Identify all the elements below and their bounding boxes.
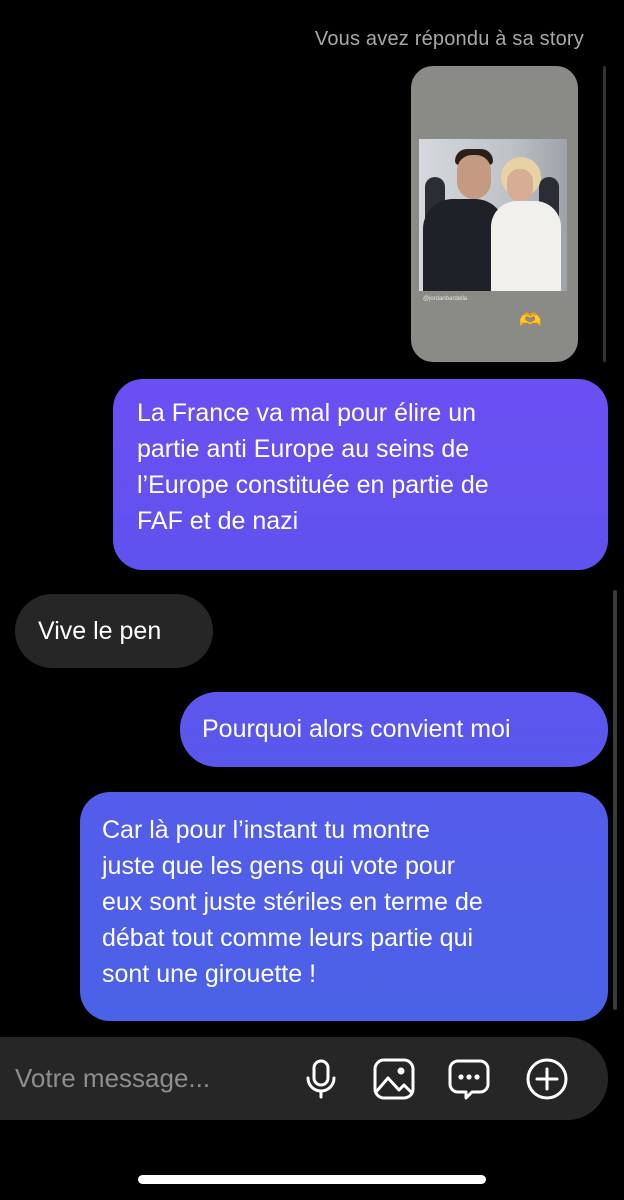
photo-person-right-face <box>507 169 533 201</box>
message-line: sont une girouette ! <box>102 960 317 988</box>
photo-person-right <box>491 201 561 291</box>
story-handle: @jordanbardella <box>423 296 468 302</box>
message-line: partie anti Europe au seins de <box>137 435 470 463</box>
message-line: eux sont juste stériles en terme de <box>102 888 483 916</box>
message-line: FAF et de nazi <box>137 507 299 535</box>
message-line: La France va mal pour élire un <box>137 399 477 427</box>
message-text: Vive le pen <box>38 617 162 645</box>
scrollbar-indicator[interactable] <box>613 590 617 1010</box>
heart-hands-emoji: 🫶 <box>519 310 542 330</box>
story-reply-label: Vous avez répondu à sa story <box>314 28 584 50</box>
message-line: Car là pour l’instant tu montre <box>102 816 430 844</box>
message-composer <box>0 1037 608 1120</box>
outgoing-message[interactable]: Car là pour l’instant tu montre juste qu… <box>80 792 608 1021</box>
story-preview-card[interactable]: @jordanbardella 🫶 <box>411 66 578 362</box>
message-input[interactable] <box>15 1061 275 1095</box>
outgoing-message[interactable]: La France va mal pour élire un partie an… <box>113 379 608 570</box>
home-indicator[interactable] <box>138 1175 486 1184</box>
message-line: l’Europe constituée en partie de <box>137 471 489 499</box>
plus-circle-icon[interactable] <box>524 1056 570 1102</box>
message-line: débat tout comme leurs partie qui <box>102 924 474 952</box>
incoming-message[interactable]: Vive le pen <box>15 594 213 668</box>
story-photo <box>419 139 567 291</box>
message-text: Pourquoi alors convient moi <box>202 715 511 743</box>
sticker-chat-icon[interactable] <box>446 1056 492 1102</box>
message-line: juste que les gens qui vote pour <box>102 852 456 880</box>
microphone-icon[interactable] <box>298 1056 344 1102</box>
scrollbar-indicator[interactable] <box>603 66 606 362</box>
outgoing-message[interactable]: Pourquoi alors convient moi <box>180 692 608 767</box>
photo-person-left-head <box>457 155 491 199</box>
gallery-icon[interactable] <box>371 1056 417 1102</box>
